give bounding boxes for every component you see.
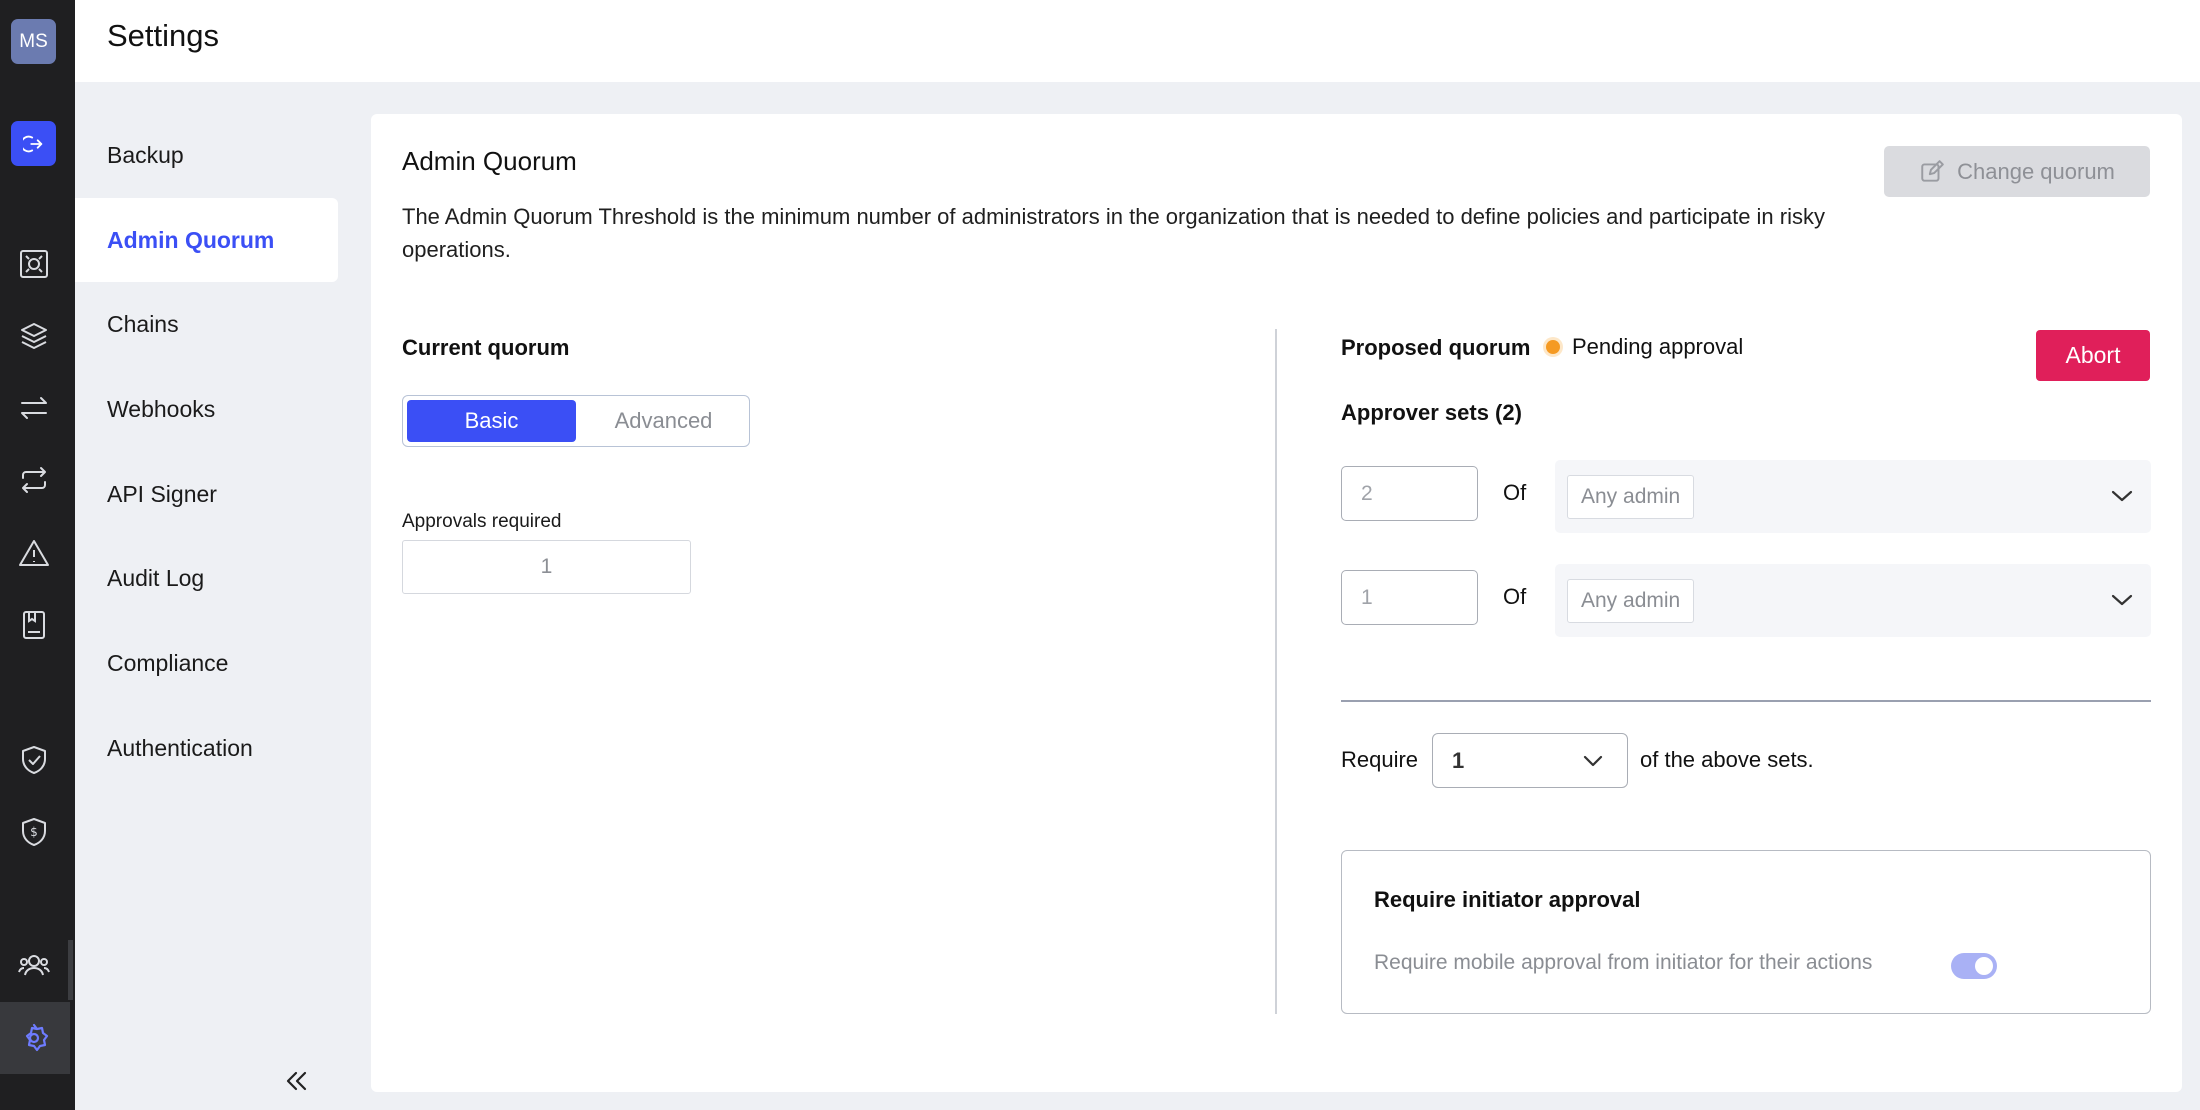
change-quorum-button[interactable]: Change quorum xyxy=(1884,146,2150,197)
abort-button[interactable]: Abort xyxy=(2036,330,2150,381)
status-badge: Pending approval xyxy=(1546,334,1743,360)
rail-shield-check[interactable] xyxy=(14,740,54,780)
approver-group-chip: Any admin xyxy=(1567,579,1695,623)
column-divider xyxy=(1275,329,1277,1014)
page-title: Settings xyxy=(107,18,220,53)
section-title: Admin Quorum xyxy=(402,146,577,176)
sets-divider xyxy=(1341,700,2151,702)
repeat-icon xyxy=(22,467,46,493)
current-quorum-label: Current quorum xyxy=(402,335,570,360)
collapse-sidebar-icon[interactable] xyxy=(280,1064,314,1098)
of-label: Of xyxy=(1503,480,1527,505)
rail-vault[interactable] xyxy=(14,244,54,284)
section-description: The Admin Quorum Threshold is the minimu… xyxy=(402,204,1825,262)
avatar[interactable]: MS xyxy=(11,19,56,64)
admin-quorum-card: Admin Quorum The Admin Quorum Threshold … xyxy=(371,114,2182,1092)
nav-item-audit-log[interactable]: Audit Log xyxy=(75,536,338,620)
mode-advanced-button[interactable]: Advanced xyxy=(579,400,748,442)
initiator-approval-panel: Require initiator approval Require mobil… xyxy=(1341,850,2151,1014)
quorum-mode-toggle: Basic Advanced xyxy=(402,395,750,447)
nav-item-webhooks[interactable]: Webhooks xyxy=(75,367,338,451)
settings-icon xyxy=(25,1023,49,1052)
top-header: Settings xyxy=(75,0,2200,82)
rail-layers[interactable] xyxy=(14,316,54,356)
approver-set-row: 1 Of Any admin xyxy=(1341,564,2151,637)
chevron-down-icon xyxy=(1583,755,1603,767)
shield-check-icon xyxy=(22,746,46,774)
require-prefix-label: Require xyxy=(1341,747,1419,772)
nav-item-api-signer[interactable]: API Signer xyxy=(75,452,338,536)
rail-shield-dollar[interactable]: $ xyxy=(14,812,54,852)
nav-item-compliance[interactable]: Compliance xyxy=(75,621,338,705)
logout-button[interactable] xyxy=(11,121,56,166)
initiator-approval-title: Require initiator approval xyxy=(1374,887,1641,912)
approver-sets-label: Approver sets (2) xyxy=(1341,400,1522,425)
transfer-icon xyxy=(21,397,47,419)
approver-group-chip: Any admin xyxy=(1567,475,1695,519)
vault-icon xyxy=(20,250,48,278)
icon-rail: MS $ xyxy=(0,0,75,1110)
rail-alerts[interactable] xyxy=(14,533,54,573)
users-icon xyxy=(18,955,50,976)
approver-group-select[interactable]: Any admin xyxy=(1555,460,2151,533)
of-label: Of xyxy=(1503,584,1527,609)
rail-settings[interactable] xyxy=(14,1018,54,1058)
chevron-down-icon xyxy=(2111,490,2133,502)
nav-item-authentication[interactable]: Authentication xyxy=(75,706,338,790)
approvals-required-field[interactable]: 1 xyxy=(402,540,691,594)
rail-users[interactable] xyxy=(14,945,54,985)
logout-icon xyxy=(22,135,42,152)
rail-repeat[interactable] xyxy=(14,460,54,500)
svg-text:$: $ xyxy=(30,825,38,839)
initiator-approval-subtitle: Require mobile approval from initiator f… xyxy=(1374,951,1873,974)
book-icon xyxy=(23,611,45,639)
required-sets-select[interactable]: 1 xyxy=(1432,733,1628,788)
required-sets-value: 1 xyxy=(1452,748,1465,773)
edit-icon xyxy=(1921,159,1944,182)
mode-basic-button[interactable]: Basic xyxy=(407,400,576,442)
rail-book[interactable] xyxy=(14,605,54,645)
approver-set-row: 2 Of Any admin xyxy=(1341,460,2151,533)
shield-dollar-icon: $ xyxy=(22,818,46,846)
rail-transfer[interactable] xyxy=(14,388,54,428)
alert-icon xyxy=(19,540,49,566)
avatar-initials: MS xyxy=(19,30,48,52)
toggle-knob xyxy=(1975,957,1993,975)
chevron-down-icon xyxy=(2111,594,2133,606)
nav-item-backup[interactable]: Backup xyxy=(75,113,338,197)
rail-scroll-indicator xyxy=(68,940,73,1000)
approver-count-input[interactable]: 2 xyxy=(1341,466,1478,521)
nav-item-admin-quorum[interactable]: Admin Quorum xyxy=(75,198,338,282)
require-suffix-label: of the above sets. xyxy=(1640,747,1814,772)
status-text: Pending approval xyxy=(1572,334,1744,359)
layers-icon xyxy=(21,323,47,349)
require-sets-row: Require 1 of the above sets. xyxy=(1341,733,2151,788)
approvals-required-label: Approvals required xyxy=(402,511,562,532)
initiator-approval-toggle[interactable] xyxy=(1951,953,1997,979)
proposed-quorum-label: Proposed quorum xyxy=(1341,335,1531,360)
pending-dot-icon xyxy=(1546,340,1560,354)
approver-count-input[interactable]: 1 xyxy=(1341,570,1478,625)
nav-item-chains[interactable]: Chains xyxy=(75,282,338,366)
approver-group-select[interactable]: Any admin xyxy=(1555,564,2151,637)
change-quorum-label: Change quorum xyxy=(1957,158,2115,184)
